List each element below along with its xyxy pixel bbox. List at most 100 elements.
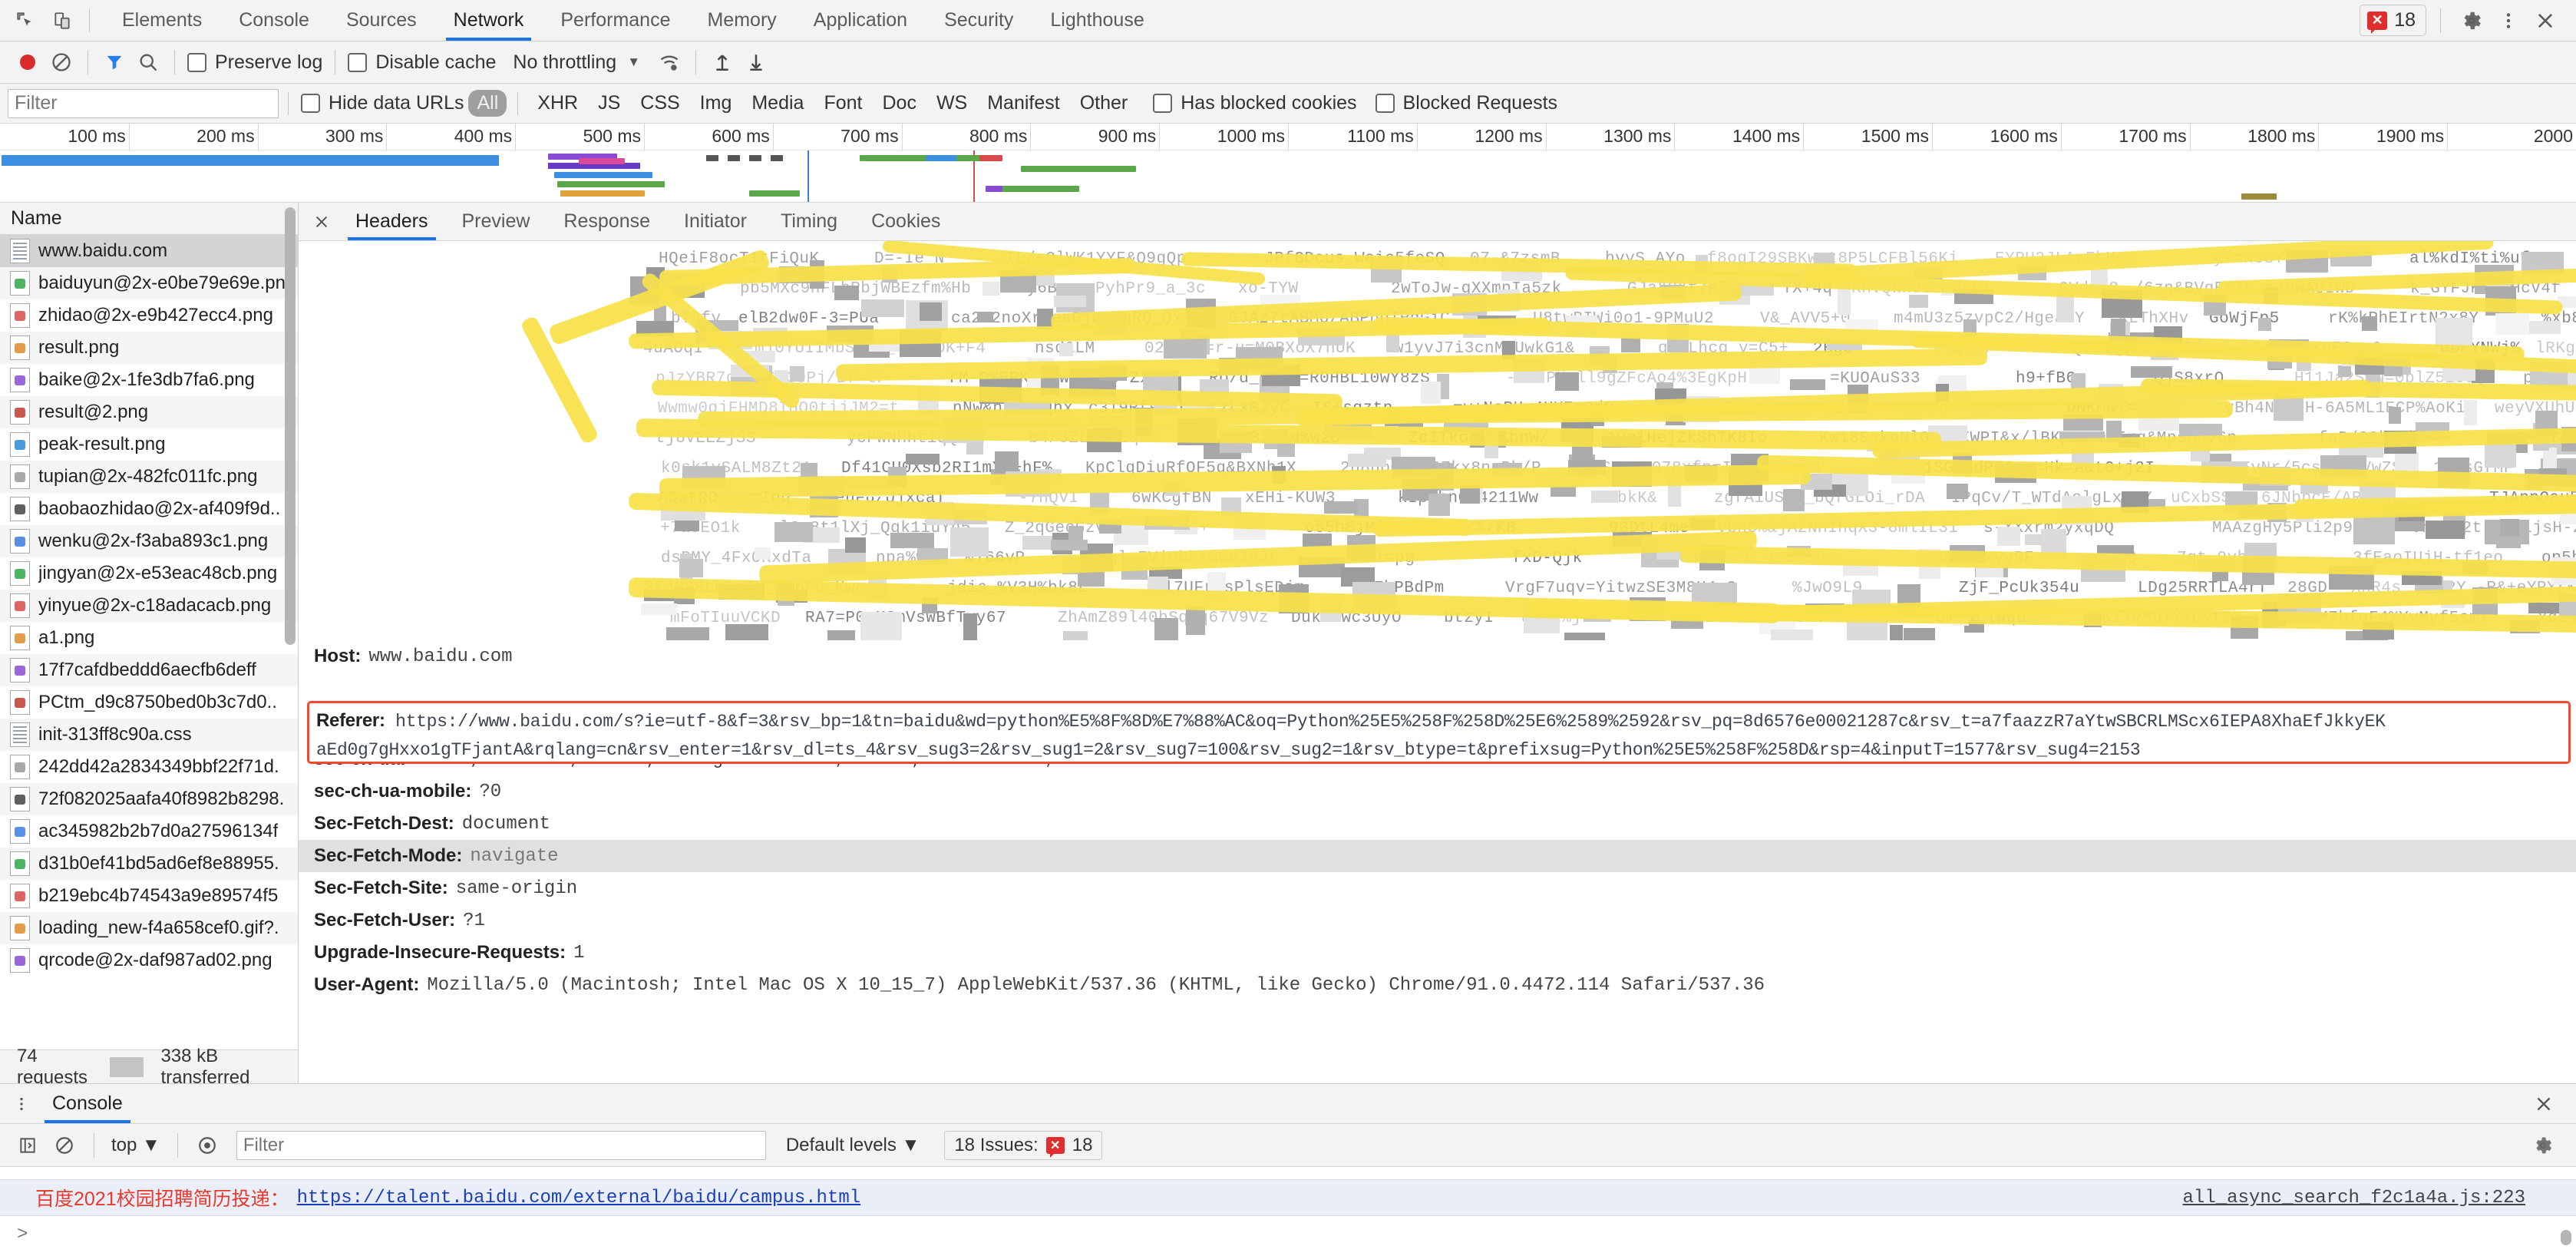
type-filter-media[interactable]: Media (743, 90, 812, 117)
tab-network[interactable]: Network (435, 0, 543, 41)
network-timeline-overview[interactable]: 100 ms 200 ms 300 ms 400 ms 500 ms 600 ms 700 … (0, 124, 2576, 203)
console-issues-button[interactable]: 18 Issues: ✕ 18 (944, 1130, 1103, 1160)
tab-sources[interactable]: Sources (328, 0, 435, 41)
chevron-down-icon[interactable]: ▼ (627, 55, 640, 70)
request-list-item[interactable]: baobaozhidao@2x-af409f9d.. (0, 493, 298, 525)
tab-preview[interactable]: Preview (445, 203, 547, 240)
preserve-log-checkbox[interactable]: Preserve log (184, 51, 325, 74)
tab-response[interactable]: Response (547, 203, 667, 240)
request-list-panel: Name www.baidu.com baiduyun@2x-e0be79e69e… (0, 203, 299, 1088)
request-list-item[interactable]: peak-result.png (0, 428, 298, 461)
record-button[interactable] (11, 45, 45, 79)
type-filter-doc[interactable]: Doc (874, 90, 924, 117)
request-list-item[interactable]: PCtm_d9c8750bed0b3c7d0.. (0, 686, 298, 719)
referer-line-2: aEd0g7gHxxo1gTFjantA&rqlang=cn&rsv_enter… (316, 740, 2141, 760)
request-list-scrollbar[interactable] (285, 207, 296, 645)
tab-lighthouse[interactable]: Lighthouse (1032, 0, 1162, 41)
type-filter-xhr[interactable]: XHR (529, 90, 586, 117)
request-list-item[interactable]: www.baidu.com (0, 235, 298, 267)
request-list-item[interactable]: b219ebc4b74543a9e89574f5 (0, 880, 298, 912)
type-filter-js[interactable]: JS (590, 90, 629, 117)
tab-application[interactable]: Application (795, 0, 926, 41)
tab-cookies[interactable]: Cookies (854, 203, 957, 240)
network-conditions-icon[interactable] (652, 45, 686, 79)
console-context-select[interactable]: top ▼ (107, 1135, 165, 1156)
request-list-item[interactable]: d31b0ef41bd5ad6ef8e88955. (0, 848, 298, 880)
tab-headers[interactable]: Headers (339, 203, 445, 240)
request-list-item[interactable]: init-313ff8c90a.css (0, 719, 298, 751)
inspect-element-icon[interactable] (9, 5, 41, 37)
console-message-source-link[interactable]: all_async_search_f2c1a4a.js:223 (2183, 1188, 2525, 1208)
tab-performance[interactable]: Performance (542, 0, 689, 41)
disable-cache-checkbox[interactable]: Disable cache (345, 51, 499, 74)
console-input-prompt[interactable]: > (0, 1216, 2576, 1253)
timeline-tick-label: 1900 ms (2376, 126, 2445, 146)
console-filter-input[interactable] (236, 1130, 766, 1160)
blocked-requests-checkbox[interactable]: Blocked Requests (1372, 92, 1561, 114)
request-list-item[interactable]: jingyan@2x-e53eac48cb.png (0, 557, 298, 590)
live-expression-eye-icon[interactable] (190, 1129, 224, 1162)
console-clear-icon[interactable] (48, 1129, 81, 1162)
tab-initiator[interactable]: Initiator (667, 203, 764, 240)
request-list-item[interactable]: wenku@2x-f3aba893c1.png (0, 525, 298, 557)
device-toolbar-icon[interactable] (46, 5, 78, 37)
console-log-area[interactable]: 百度2021校园招聘简历投递： https://talent.baidu.com… (0, 1167, 2576, 1256)
type-filter-ws[interactable]: WS (928, 90, 976, 117)
headers-content: HQeiF8ocT1tFiQuKD=-Ie_NTL/eQlWK1YYF&Q9gQ… (299, 241, 2576, 1083)
type-filter-img[interactable]: Img (692, 90, 741, 117)
tab-elements[interactable]: Elements (104, 0, 220, 41)
request-list-item[interactable]: result.png (0, 332, 298, 364)
tab-timing[interactable]: Timing (764, 203, 854, 240)
request-list-item[interactable]: result@2.png (0, 396, 298, 428)
request-list-item[interactable]: baike@2x-1fe3db7fa6.png (0, 364, 298, 396)
request-list-item[interactable]: 242dd42a2834349bbf22f71d. (0, 751, 298, 783)
request-list-item[interactable]: a1.png (0, 622, 298, 654)
console-log-levels-select[interactable]: Default levels ▼ (786, 1135, 920, 1156)
console-scrollbar[interactable] (2561, 1230, 2571, 1245)
request-list-item[interactable]: qrcode@2x-daf987ad02.png (0, 944, 298, 977)
gear-icon[interactable] (2455, 4, 2488, 38)
drawer-tab-console[interactable]: Console (37, 1084, 138, 1123)
type-filter-font[interactable]: Font (815, 90, 870, 117)
close-detail-icon[interactable] (305, 205, 339, 239)
tab-console[interactable]: Console (220, 0, 328, 41)
throttling-select[interactable]: No throttling (513, 51, 616, 74)
request-list[interactable]: www.baidu.com baiduyun@2x-e0be79e69e.pn zh… (0, 235, 298, 1049)
type-filter-other[interactable]: Other (1072, 90, 1137, 117)
filter-toggle-icon[interactable] (97, 45, 131, 79)
request-list-item[interactable]: loading_new-f4a658cef0.gif?. (0, 912, 298, 944)
hide-data-urls-checkbox[interactable]: Hide data URLs (298, 92, 467, 114)
console-message-row[interactable]: 百度2021校园招聘简历投递： https://talent.baidu.com… (0, 1179, 2576, 1216)
request-list-item[interactable]: zhidao@2x-e9b427ecc4.png (0, 299, 298, 332)
redaction-block (725, 623, 769, 640)
header-key: Sec-Fetch-Mode: (314, 845, 463, 866)
kebab-menu-icon[interactable] (2492, 4, 2525, 38)
search-icon[interactable] (131, 45, 165, 79)
request-list-item[interactable]: baiduyun@2x-e0be79e69e.pn (0, 267, 298, 299)
error-count-badge[interactable]: ✕ 18 (2360, 5, 2426, 36)
console-sidebar-toggle-icon[interactable] (11, 1129, 45, 1162)
dom-content-loaded-marker (807, 150, 809, 202)
request-list-item[interactable]: 72f082025aafa40f8982b8298. (0, 783, 298, 815)
timeline-bar (926, 155, 956, 161)
has-blocked-cookies-checkbox[interactable]: Has blocked cookies (1150, 92, 1359, 114)
request-list-item[interactable]: ac345982b2b7d0a27596134f (0, 815, 298, 848)
console-message-link[interactable]: https://talent.baidu.com/external/baidu/… (297, 1188, 861, 1208)
tab-memory[interactable]: Memory (689, 0, 794, 41)
checkbox-box (348, 52, 368, 72)
request-list-item[interactable]: yinyue@2x-c18adacacb.png (0, 590, 298, 622)
type-filter-css[interactable]: CSS (632, 90, 688, 117)
clear-button[interactable] (45, 45, 78, 79)
drawer-close-icon[interactable] (2527, 1087, 2561, 1121)
request-list-item[interactable]: tupian@2x-482fc011fc.png (0, 461, 298, 493)
type-filter-manifest[interactable]: Manifest (979, 90, 1068, 117)
filter-input[interactable] (8, 88, 279, 118)
export-har-icon[interactable] (739, 45, 773, 79)
import-har-icon[interactable] (705, 45, 739, 79)
tab-security[interactable]: Security (926, 0, 1032, 41)
drawer-menu-icon[interactable] (6, 1087, 37, 1121)
close-icon[interactable] (2528, 4, 2562, 38)
console-settings-gear-icon[interactable] (2527, 1129, 2559, 1162)
request-list-item[interactable]: 17f7cafdbeddd6aecfb6deff (0, 654, 298, 686)
type-filter-all[interactable]: All (468, 90, 507, 117)
